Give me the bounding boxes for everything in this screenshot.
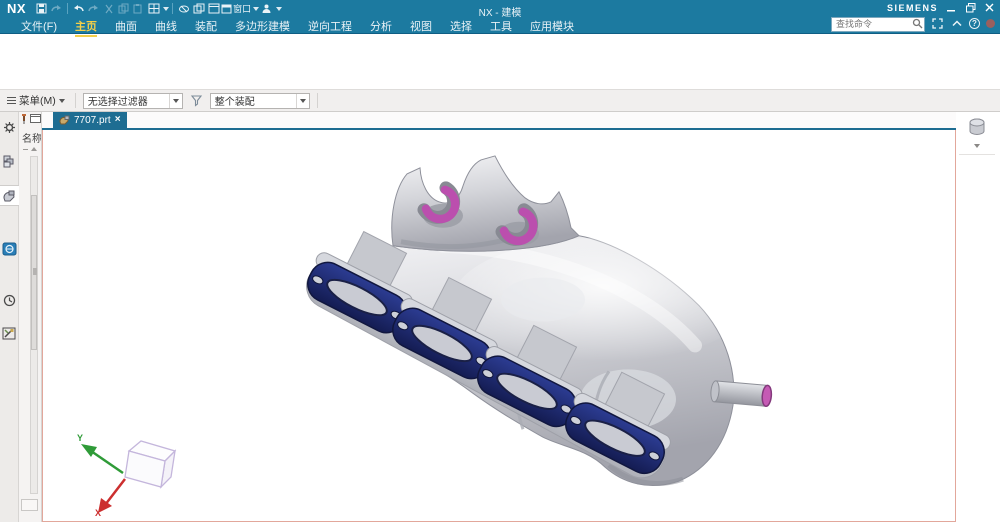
search-icon[interactable] — [912, 16, 923, 34]
dropdown-arrow[interactable] — [169, 94, 182, 108]
graphics-viewport[interactable]: Y X — [42, 130, 956, 522]
caret-down-icon — [173, 99, 179, 103]
system-tools-icon[interactable] — [0, 323, 19, 344]
minimize-button[interactable] — [946, 2, 957, 13]
caret-down-icon[interactable] — [974, 144, 980, 148]
document-tab[interactable]: 7707.prt × — [53, 112, 127, 128]
tab-reverse-engineering[interactable]: 逆向工程 — [299, 17, 361, 33]
tab-application-modules[interactable]: 应用模块 — [521, 17, 583, 33]
sort-dash-icon — [23, 149, 28, 150]
caret-down-icon — [300, 99, 306, 103]
ribbon-tab-bar: 文件(F) 主页 曲面 曲线 装配 多边形建模 逆向工程 分析 视图 选择 工具… — [12, 17, 583, 33]
selection-scope-dropdown[interactable]: 整个装配 — [210, 93, 310, 109]
tab-view[interactable]: 视图 — [401, 17, 441, 33]
y-axis-label: Y — [77, 433, 83, 443]
tab-analysis[interactable]: 分析 — [361, 17, 401, 33]
x-axis-arrow — [105, 479, 125, 505]
panel-resize-corner[interactable] — [21, 499, 38, 511]
tab-assembly[interactable]: 装配 — [186, 17, 226, 33]
tab-select[interactable]: 选择 — [441, 17, 481, 33]
navigator-sort-row — [19, 145, 41, 151]
caret-down-icon — [59, 99, 65, 103]
navigator-scrollbar-thumb[interactable] — [31, 195, 37, 350]
graphics-column: 7707.prt × — [42, 112, 956, 522]
main-area: 名称 7707.prt × — [0, 112, 1000, 522]
divider — [959, 154, 995, 155]
command-search-cluster: ? — [831, 14, 995, 32]
title-bar: NX — [0, 0, 1000, 34]
part-navigator-icon[interactable] — [0, 185, 19, 206]
tab-curve[interactable]: 曲线 — [146, 17, 186, 33]
ribbon-collapsed-area — [0, 34, 1000, 90]
assembly-navigator-icon[interactable] — [0, 151, 19, 172]
menu-label: 菜单(M) — [19, 93, 56, 108]
pin-icon[interactable] — [21, 114, 27, 127]
minimize-ribbon-icon[interactable] — [950, 17, 963, 30]
tab-home[interactable]: 主页 — [66, 17, 106, 33]
dropdown-arrow[interactable] — [296, 94, 309, 108]
orientation-triad: Y X — [67, 421, 187, 517]
render-style-gadget-icon[interactable] — [967, 117, 987, 142]
sort-ascending-icon[interactable] — [31, 147, 37, 151]
part-file-icon — [59, 115, 70, 125]
fullscreen-icon[interactable] — [931, 17, 944, 30]
selection-filter-dropdown[interactable]: 无选择过滤器 — [83, 93, 183, 109]
siemens-logo: SIEMENS — [887, 3, 938, 13]
tab-tools[interactable]: 工具 — [481, 17, 521, 33]
separator — [75, 93, 76, 108]
top-border-toolbar: 菜单(M) 无选择过滤器 整个装配 — [0, 90, 1000, 112]
menu-icon — [7, 97, 16, 104]
right-gadget-bar — [956, 112, 998, 522]
navigator-scrollbar-track[interactable] — [30, 156, 38, 494]
throttle-saddle-flange[interactable] — [392, 156, 579, 251]
filter-options-icon[interactable] — [187, 93, 206, 108]
scrollbar-grip — [33, 268, 37, 275]
tab-file[interactable]: 文件(F) — [12, 17, 66, 33]
command-search-input[interactable] — [831, 17, 925, 32]
resource-bar — [0, 112, 19, 522]
navigation-gear-icon[interactable] — [0, 117, 19, 138]
navigator-name-header: 名称 — [19, 127, 41, 145]
document-tab-label: 7707.prt — [74, 115, 111, 126]
reuse-library-icon[interactable] — [0, 238, 19, 259]
tab-polygon-modeling[interactable]: 多边形建模 — [226, 17, 299, 33]
tab-surface[interactable]: 曲面 — [106, 17, 146, 33]
help-icon[interactable]: ? — [969, 18, 980, 29]
close-button[interactable] — [984, 2, 995, 13]
menu-button[interactable]: 菜单(M) — [4, 92, 68, 109]
selection-filter-value: 无选择过滤器 — [84, 93, 169, 108]
history-icon[interactable] — [0, 290, 19, 311]
status-dot — [986, 19, 995, 28]
navigator-panel: 名称 — [19, 112, 42, 522]
document-tab-strip: 7707.prt × — [42, 112, 956, 130]
panel-window-icon[interactable] — [30, 114, 41, 127]
y-axis-arrow — [91, 451, 123, 473]
separator — [317, 93, 318, 108]
selection-scope-value: 整个装配 — [211, 93, 296, 108]
close-tab-icon[interactable]: × — [115, 115, 121, 125]
x-axis-label: X — [95, 508, 101, 517]
restore-button[interactable] — [965, 2, 976, 13]
window-controls — [946, 2, 995, 13]
